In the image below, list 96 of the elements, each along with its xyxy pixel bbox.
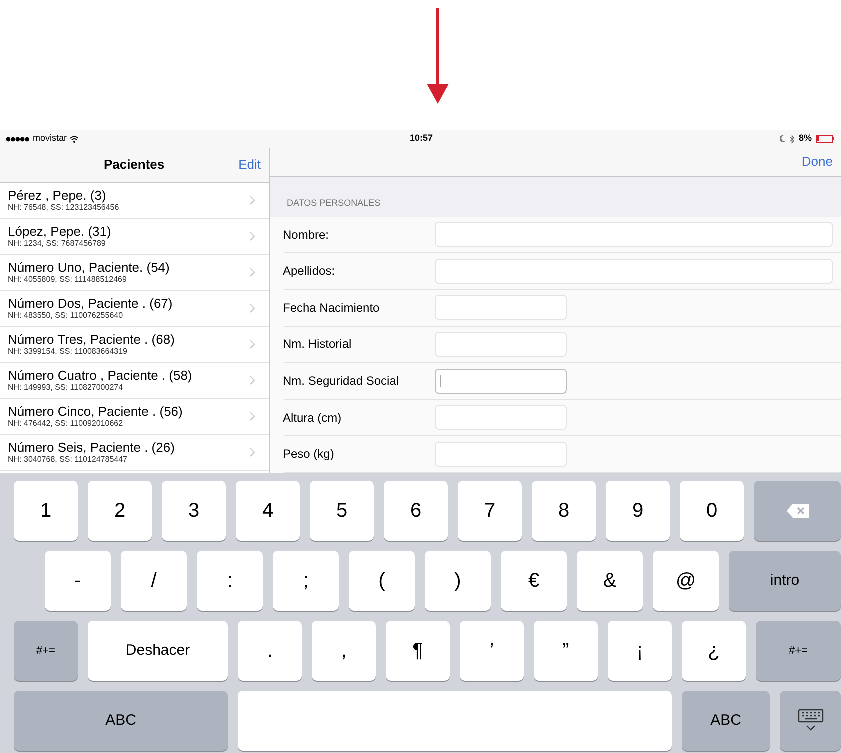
key[interactable]: : bbox=[197, 551, 263, 611]
patient-name: Número Seis, Paciente . (26) bbox=[8, 440, 176, 455]
key[interactable]: / bbox=[121, 551, 187, 611]
battery-icon bbox=[816, 135, 835, 143]
input-field[interactable] bbox=[435, 405, 567, 430]
key[interactable]: 9 bbox=[606, 481, 670, 541]
chevron-icon bbox=[250, 412, 255, 421]
chevron-icon bbox=[250, 268, 255, 277]
input-field[interactable] bbox=[435, 442, 567, 467]
key[interactable]: @ bbox=[653, 551, 719, 611]
field-label: Fecha Nacimiento bbox=[283, 300, 381, 317]
key[interactable]: 8 bbox=[532, 481, 596, 541]
space-key[interactable] bbox=[238, 691, 672, 751]
carrier-name: movistar bbox=[33, 132, 68, 146]
key[interactable]: 2 bbox=[88, 481, 152, 541]
patient-name: Número Tres, Paciente . (68) bbox=[8, 332, 176, 347]
signal-dots-icon bbox=[6, 136, 30, 142]
input-field[interactable] bbox=[435, 295, 567, 320]
chevron-icon bbox=[250, 340, 255, 349]
section-header: DATOS PERSONALES bbox=[287, 197, 381, 210]
input-field[interactable] bbox=[435, 222, 833, 248]
patient-detail: NH: 476442, SS: 110092010662 bbox=[8, 419, 124, 429]
key[interactable]: 4 bbox=[236, 481, 300, 541]
patient-row[interactable]: Número Cuatro , Paciente . (58) NH: 149993, SS: 110827000274 bbox=[0, 363, 269, 399]
undo-key[interactable]: Deshacer bbox=[88, 621, 228, 681]
key[interactable]: ¿ bbox=[682, 621, 746, 681]
key[interactable]: ¶ bbox=[386, 621, 450, 681]
patient-row[interactable]: Número Cinco, Paciente . (56) NH: 476442, SS: 110092010662 bbox=[0, 399, 269, 435]
field-label: Peso (kg) bbox=[283, 446, 336, 464]
abc-key[interactable]: ABC bbox=[14, 691, 228, 751]
patient-row[interactable]: López, Pepe. (31) NH: 1234, SS: 7687456789 bbox=[0, 219, 269, 255]
done-button[interactable]: Done bbox=[802, 152, 833, 172]
symbols-key[interactable]: #+= bbox=[756, 621, 841, 681]
patient-name: Número Cuatro , Paciente . (58) bbox=[8, 368, 194, 383]
field-label: Nombre: bbox=[283, 226, 330, 244]
key[interactable]: ’ bbox=[460, 621, 524, 681]
input-field[interactable] bbox=[435, 258, 833, 284]
symbols-key[interactable]: #+= bbox=[14, 621, 78, 681]
patient-name: Número Dos, Paciente . (67) bbox=[8, 296, 174, 311]
field-label: Nm. Seguridad Social bbox=[283, 373, 400, 390]
key[interactable]: 5 bbox=[310, 481, 374, 541]
chevron-icon bbox=[250, 448, 255, 457]
bluetooth-icon bbox=[790, 134, 795, 144]
patient-row[interactable]: Número Seis, Paciente . (26) NH: 3040768, SS: 110124785447 bbox=[0, 435, 269, 471]
delete-key[interactable] bbox=[754, 481, 841, 541]
patient-name: Número Cinco, Paciente . (56) bbox=[8, 404, 184, 419]
nav-title: Pacientes bbox=[102, 156, 166, 174]
key[interactable]: ) bbox=[425, 551, 491, 611]
patient-row[interactable]: Pérez , Pepe. (3) NH: 76548, SS: 123123456456 bbox=[0, 183, 269, 219]
patient-name: López, Pepe. (31) bbox=[8, 224, 112, 239]
key[interactable]: 6 bbox=[384, 481, 448, 541]
wifi-icon bbox=[70, 136, 80, 142]
input-field[interactable] bbox=[435, 368, 567, 394]
field-label: Altura (cm) bbox=[283, 410, 343, 427]
key[interactable]: , bbox=[312, 621, 376, 681]
hide-keyboard-key[interactable] bbox=[780, 691, 841, 751]
patient-detail: NH: 76548, SS: 123123456456 bbox=[8, 203, 120, 213]
key[interactable]: . bbox=[238, 621, 302, 681]
patient-detail: NH: 1234, SS: 7687456789 bbox=[8, 239, 107, 249]
key[interactable]: ¡ bbox=[608, 621, 672, 681]
abc-key[interactable]: ABC bbox=[682, 691, 770, 751]
status-time: 10:57 bbox=[410, 132, 434, 146]
chevron-icon bbox=[250, 304, 255, 313]
patient-detail: NH: 483550, SS: 110076255640 bbox=[8, 311, 124, 321]
field-label: Nm. Historial bbox=[283, 336, 353, 354]
field-label: Apellidos: bbox=[283, 263, 336, 280]
patient-row[interactable]: Número Uno, Paciente. (54) NH: 4055809, SS: 111488512469 bbox=[0, 255, 269, 291]
chevron-icon bbox=[250, 232, 255, 241]
key[interactable]: 7 bbox=[458, 481, 522, 541]
patient-detail: NH: 3399154, SS: 110083664319 bbox=[8, 347, 129, 357]
chevron-icon bbox=[250, 196, 255, 205]
backspace-icon bbox=[786, 504, 808, 518]
edit-button[interactable]: Edit bbox=[238, 155, 269, 175]
moon-icon bbox=[780, 135, 786, 143]
key[interactable]: ; bbox=[273, 551, 339, 611]
patient-row[interactable]: Número Tres, Paciente . (68) NH: 3399154, SS: 110083664319 bbox=[0, 327, 269, 363]
patient-detail: NH: 4055809, SS: 111488512469 bbox=[8, 275, 128, 285]
key[interactable]: & bbox=[577, 551, 643, 611]
return-key[interactable]: intro bbox=[729, 551, 841, 611]
patient-name: Número Uno, Paciente. (54) bbox=[8, 260, 171, 275]
patient-detail: NH: 149993, SS: 110827000274 bbox=[8, 383, 124, 393]
patient-detail: NH: 3040768, SS: 110124785447 bbox=[8, 455, 129, 465]
down-arrow-icon bbox=[426, 8, 448, 104]
key[interactable]: 1 bbox=[14, 481, 78, 541]
key[interactable]: - bbox=[45, 551, 111, 611]
chevron-icon bbox=[250, 376, 255, 385]
keyboard-icon bbox=[798, 709, 824, 733]
battery-percent: 8% bbox=[798, 132, 812, 146]
patient-row[interactable]: Número Dos, Paciente . (67) NH: 483550, SS: 110076255640 bbox=[0, 291, 269, 327]
patient-name: Pérez , Pepe. (3) bbox=[8, 188, 108, 203]
key[interactable]: ” bbox=[534, 621, 598, 681]
key[interactable]: ( bbox=[349, 551, 415, 611]
key[interactable]: 3 bbox=[162, 481, 226, 541]
key[interactable]: 0 bbox=[680, 481, 744, 541]
key[interactable]: € bbox=[501, 551, 567, 611]
input-field[interactable] bbox=[435, 332, 567, 357]
